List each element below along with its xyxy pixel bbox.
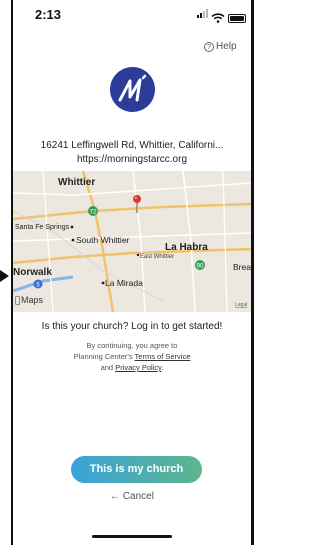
map-shield-90-label: 90 <box>197 264 204 270</box>
terms-line-1: By continuing, you agree to <box>86 341 178 350</box>
status-time: 2:13 <box>35 7 62 22</box>
pointer-arrow-icon <box>0 270 9 282</box>
map-label-norwalk: Norwalk <box>13 267 52 278</box>
svg-text::  <box>15 296 20 306</box>
map-label-la-mirada: La Mirada <box>105 278 143 288</box>
terms-end: . <box>161 363 164 372</box>
cancel-button[interactable]: ← Cancel <box>13 491 251 502</box>
map-label-santa-fe-springs: Santa Fe Springs <box>15 224 70 231</box>
wifi-icon <box>211 13 225 23</box>
help-label: Help <box>216 41 237 52</box>
church-url[interactable]: https://morningstarcc.org <box>13 154 251 165</box>
home-indicator[interactable] <box>92 535 172 538</box>
status-bar: 2:13 <box>13 0 251 36</box>
confirm-church-button[interactable]: This is my church <box>71 456 202 483</box>
login-question: Is this your church? Log in to get start… <box>41 321 223 332</box>
battery-icon <box>228 14 246 23</box>
app-screen: 2:13 ? Help 16241 Leffingwell Rd, Whitti… <box>0 0 254 545</box>
map-label-east-whittier: East Whittier <box>140 254 174 260</box>
terms-line-2: Planning Center's Terms of Service <box>13 351 251 362</box>
terms-of-service-link[interactable]: Terms of Service <box>135 352 191 361</box>
privacy-policy-link[interactable]: Privacy Policy <box>115 363 161 372</box>
device-edge-right <box>251 0 254 545</box>
terms-notice: By continuing, you agree to Planning Cen… <box>13 340 251 373</box>
map-label-south-whittier: South Whittier <box>76 235 130 245</box>
terms-line-3: and Privacy Policy. <box>13 362 251 373</box>
map-legal-link[interactable]: Legal <box>235 302 247 308</box>
help-link[interactable]: ? Help <box>204 41 237 52</box>
church-map[interactable]: 72 90 5 Whittier Santa Fe Springs South … <box>13 171 251 312</box>
question-circle-icon: ? <box>204 41 214 52</box>
map-label-whittier: Whittier <box>58 177 95 188</box>
church-logo-mark-icon <box>118 74 147 102</box>
maps-brand-icon:  <box>15 296 20 306</box>
church-address: 16241 Leffingwell Rd, Whittier, Californ… <box>40 140 224 151</box>
map-label-la-habra: La Habra <box>165 242 208 253</box>
map-label-brea: Brea <box>233 262 251 272</box>
church-logo <box>110 67 155 112</box>
terms-prefix: Planning Center's <box>73 352 135 361</box>
maps-brand-label: Maps <box>21 295 44 305</box>
map-shield-72-label: 72 <box>90 210 97 216</box>
terms-and: and <box>100 363 116 372</box>
